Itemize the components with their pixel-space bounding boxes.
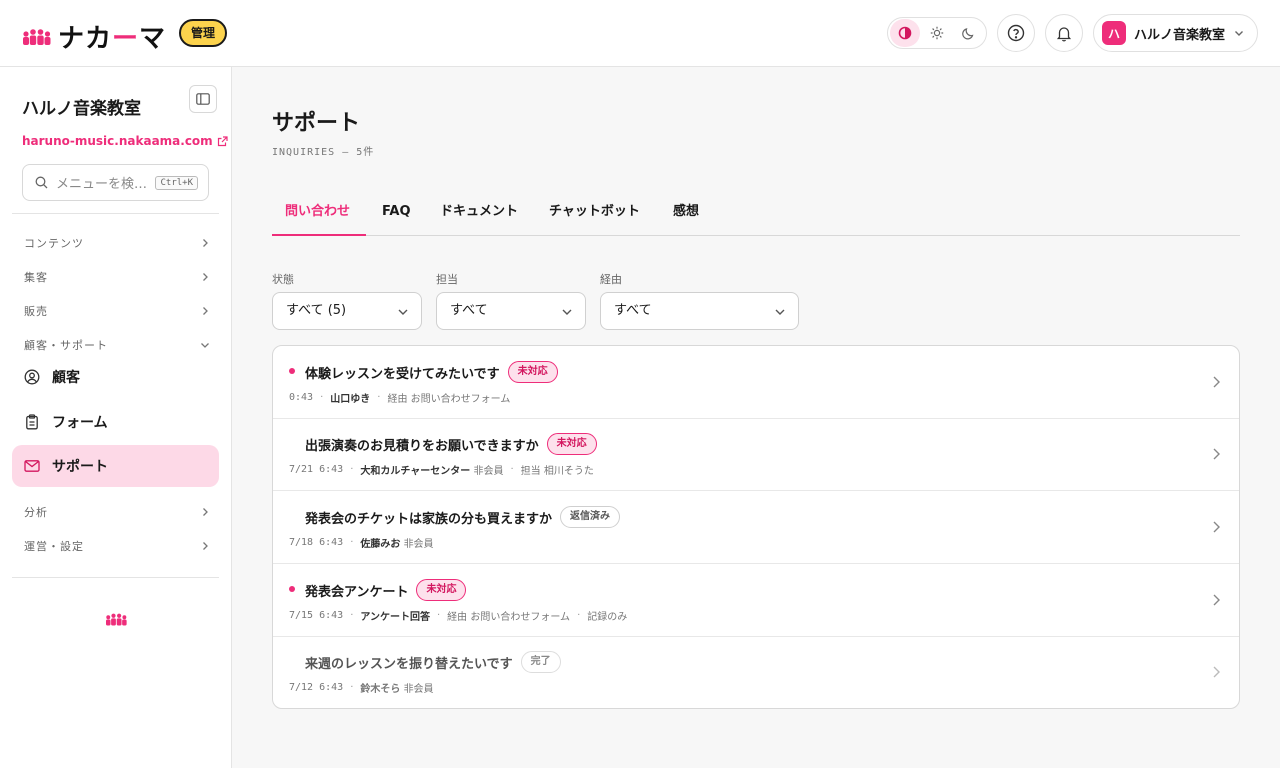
tab-inquiries[interactable]: 問い合わせ bbox=[272, 190, 366, 236]
inquiry-list: 体験レッスンを受けてみたいです 未対応 0:43 · 山口ゆき · 経由 お問い合わ… bbox=[272, 345, 1240, 709]
chevron-right-icon bbox=[203, 307, 208, 315]
theme-light-button[interactable] bbox=[922, 19, 952, 47]
footer-logo bbox=[103, 612, 130, 631]
sidebar-section-operations-settings[interactable]: 運営・設定 bbox=[24, 538, 210, 554]
sun-icon bbox=[930, 26, 944, 40]
chevron-down-icon bbox=[775, 309, 785, 315]
people-logo-icon bbox=[106, 613, 127, 626]
assignee-select[interactable]: すべて bbox=[436, 292, 586, 330]
inquiry-meta: 7/12 6:43 · 鈴木そら 非会員 bbox=[289, 682, 434, 695]
site-link[interactable]: haruno-music.nakaama.com bbox=[22, 134, 228, 148]
inquiry-meta: 7/18 6:43 · 佐藤みお 非会員 bbox=[289, 537, 434, 550]
account-name: ハルノ音楽教室 bbox=[1134, 27, 1226, 43]
sidebar-item-support[interactable]: サポート bbox=[12, 445, 219, 487]
filter-label-assignee: 担当 bbox=[436, 273, 458, 286]
chevron-down-icon bbox=[562, 309, 572, 315]
top-bar: ナカーマ 管理 ハ ハルノ音楽教室 bbox=[0, 0, 1280, 67]
inquiry-title: 発表会アンケート 未対応 bbox=[305, 579, 467, 601]
bell-icon bbox=[1056, 26, 1072, 42]
chevron-right-icon bbox=[203, 542, 208, 550]
unread-dot bbox=[289, 368, 295, 374]
brand-name: ナカーマ bbox=[58, 24, 167, 54]
sidebar-section-sales[interactable]: 販売 bbox=[24, 303, 210, 319]
inquiry-meta: 7/21 6:43 · 大和カルチャーセンター 非会員 · 担当 相川そうた bbox=[289, 464, 594, 477]
sidebar-toggle-button[interactable] bbox=[189, 85, 217, 113]
chevron-right-icon bbox=[203, 508, 208, 516]
sidebar-item-forms[interactable]: フォーム bbox=[12, 401, 219, 443]
help-icon bbox=[1007, 24, 1025, 42]
user-circle-icon bbox=[24, 369, 40, 385]
theme-switcher bbox=[887, 17, 987, 49]
sidebar: ハルノ音楽教室 haruno-music.nakaama.com メニューを検…… bbox=[0, 67, 232, 768]
page-subtitle: INQUIRIES — 5件 bbox=[272, 147, 375, 158]
inquiry-row[interactable]: 出張演奏のお見積りをお願いできますか 未対応 7/21 6:43 · 大和カルチャ… bbox=[273, 418, 1239, 491]
help-button[interactable] bbox=[997, 14, 1035, 52]
chevron-right-icon bbox=[1213, 666, 1220, 678]
search-icon bbox=[35, 176, 48, 189]
inquiry-title: 発表会のチケットは家族の分も買えますか 返信済み bbox=[305, 506, 621, 528]
shortcut-hint: Ctrl+K bbox=[155, 176, 198, 190]
inquiry-title: 来週のレッスンを振り替えたいです 完了 bbox=[305, 651, 561, 673]
notifications-button[interactable] bbox=[1045, 14, 1083, 52]
menu-search-input[interactable]: メニューを検… Ctrl+K bbox=[22, 164, 209, 201]
sidebar-section-customers-support[interactable]: 顧客・サポート bbox=[24, 337, 210, 353]
sidebar-section-contents[interactable]: コンテンツ bbox=[24, 235, 210, 251]
chevron-down-icon bbox=[201, 343, 209, 348]
search-placeholder: メニューを検… bbox=[56, 177, 148, 192]
inquiry-meta: 7/15 6:43 · アンケート回答 · 経由 お問い合わせフォーム · 記録のみ bbox=[289, 610, 628, 623]
chevron-down-icon bbox=[398, 309, 408, 315]
moon-icon bbox=[962, 28, 974, 40]
sidebar-panel-icon bbox=[196, 93, 210, 105]
chevron-down-icon bbox=[1235, 31, 1243, 36]
tab-feedback[interactable]: 感想 bbox=[673, 190, 699, 236]
sidebar-section-analytics[interactable]: 分析 bbox=[24, 504, 210, 520]
status-badge: 完了 bbox=[520, 651, 561, 673]
tab-documents[interactable]: ドキュメント bbox=[440, 190, 518, 236]
chevron-right-icon bbox=[203, 239, 208, 247]
status-select[interactable]: すべて (5) bbox=[272, 292, 422, 330]
brand-logo[interactable]: ナカーマ bbox=[22, 18, 166, 55]
inquiry-meta: 0:43 · 山口ゆき · 経由 お問い合わせフォーム bbox=[289, 392, 511, 405]
status-badge: 未対応 bbox=[546, 433, 597, 455]
theme-auto-button[interactable] bbox=[890, 19, 920, 47]
theme-dark-button[interactable] bbox=[954, 19, 984, 47]
sidebar-section-marketing[interactable]: 集客 bbox=[24, 269, 210, 285]
people-logo-icon bbox=[23, 28, 51, 45]
contrast-icon bbox=[898, 26, 912, 40]
channel-select[interactable]: すべて bbox=[600, 292, 799, 330]
inquiry-row[interactable]: 発表会のチケットは家族の分も買えますか 返信済み 7/18 6:43 · 佐藤みお… bbox=[273, 491, 1239, 564]
mail-icon bbox=[24, 460, 40, 472]
inquiry-row[interactable]: 来週のレッスンを振り替えたいです 完了 7/12 6:43 · 鈴木そら 非会員 bbox=[273, 636, 1239, 708]
external-link-icon bbox=[217, 135, 228, 146]
tab-faq[interactable]: FAQ bbox=[382, 190, 411, 236]
chevron-right-icon bbox=[203, 273, 208, 281]
inquiry-title: 体験レッスンを受けてみたいです 未対応 bbox=[305, 361, 558, 383]
inquiry-row[interactable]: 体験レッスンを受けてみたいです 未対応 0:43 · 山口ゆき · 経由 お問い合わ… bbox=[273, 346, 1239, 419]
account-switcher[interactable]: ハ ハルノ音楽教室 bbox=[1093, 14, 1258, 52]
unread-dot bbox=[289, 586, 295, 592]
admin-badge: 管理 bbox=[179, 19, 228, 47]
inquiry-title: 出張演奏のお見積りをお願いできますか 未対応 bbox=[305, 433, 597, 455]
page-title: サポート bbox=[272, 111, 361, 136]
tab-chatbot[interactable]: チャットボット bbox=[549, 190, 640, 236]
status-badge: 未対応 bbox=[416, 579, 467, 601]
status-badge: 未対応 bbox=[507, 361, 558, 383]
chevron-right-icon bbox=[1213, 594, 1220, 606]
filter-label-channel: 経由 bbox=[600, 273, 622, 286]
clipboard-icon bbox=[26, 414, 38, 430]
divider bbox=[12, 213, 219, 214]
inquiry-row[interactable]: 発表会アンケート 未対応 7/15 6:43 · アンケート回答 · 経由 お問い合… bbox=[273, 564, 1239, 637]
filter-label-status: 状態 bbox=[272, 273, 294, 286]
account-avatar: ハ bbox=[1102, 21, 1126, 45]
tab-bar: 問い合わせ FAQ ドキュメント チャットボット 感想 bbox=[272, 190, 1240, 236]
chevron-right-icon bbox=[1213, 521, 1220, 533]
status-badge: 返信済み bbox=[560, 506, 621, 528]
divider bbox=[12, 577, 219, 578]
workspace-title: ハルノ音楽教室 bbox=[22, 99, 141, 119]
chevron-right-icon bbox=[1213, 376, 1220, 388]
sidebar-item-customers[interactable]: 顧客 bbox=[12, 356, 219, 398]
chevron-right-icon bbox=[1213, 448, 1220, 460]
